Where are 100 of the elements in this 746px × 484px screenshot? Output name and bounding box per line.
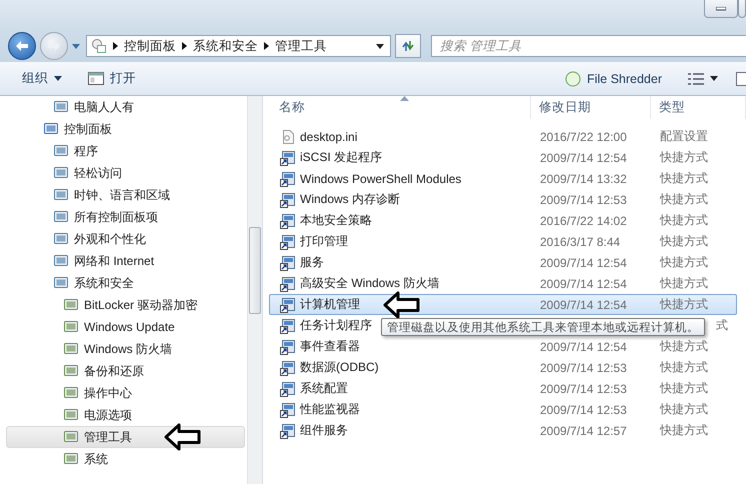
- nav-tree-item[interactable]: 备份和还原: [6, 360, 245, 382]
- chevron-icon: [182, 42, 187, 50]
- shortcut-icon: [280, 338, 296, 354]
- date-cell-text: 2016/7/22 14:02: [539, 214, 628, 228]
- breadcrumb[interactable]: 系统和安全: [193, 38, 258, 54]
- scrollbar[interactable]: [247, 96, 262, 484]
- item-icon: [53, 209, 69, 225]
- nav-tree-item[interactable]: 控制面板: [6, 118, 245, 140]
- item-icon: [53, 143, 69, 159]
- file-row[interactable]: 系统配置 2009/7/14 12:53 快捷方式: [269, 378, 737, 399]
- date-cell-text: 2009/7/14 13:32: [539, 172, 628, 186]
- file-row[interactable]: desktop.ini 2016/7/22 12:00 配置设置: [269, 126, 737, 147]
- nav-tree-item[interactable]: BitLocker 驱动器加密: [6, 294, 245, 316]
- nav-tree-item[interactable]: Windows 防火墙: [6, 338, 245, 360]
- nav-tree-item[interactable]: 程序: [6, 140, 245, 162]
- file-name: desktop.ini: [300, 130, 358, 144]
- file-name: Windows 内存诊断: [300, 191, 400, 208]
- refresh-icon: [401, 39, 415, 53]
- shortcut-icon: [280, 402, 296, 418]
- nav-tree-item[interactable]: 轻松访问: [6, 162, 245, 184]
- maximize-button[interactable]: [738, 0, 746, 18]
- column-header[interactable]: 类型: [651, 96, 746, 119]
- shortcut-icon: [280, 212, 296, 228]
- shortcut-icon: [280, 276, 296, 292]
- item-icon: [63, 341, 79, 357]
- file-row[interactable]: 数据源(ODBC) 2009/7/14 12:53 快捷方式: [269, 357, 737, 378]
- item-icon: [63, 363, 79, 379]
- item-icon: [63, 319, 79, 335]
- file-icon: [280, 128, 296, 144]
- nav-tree-item[interactable]: 网络和 Internet: [6, 250, 245, 272]
- file-row[interactable]: 高级安全 Windows 防火墙 2009/7/14 12:54 快捷方式: [269, 273, 737, 294]
- shortcut-icon: [280, 296, 296, 312]
- nav-tree-item[interactable]: 操作中心: [6, 382, 245, 404]
- back-button[interactable]: [8, 32, 36, 60]
- nav-tree-item[interactable]: 系统和安全: [6, 272, 245, 294]
- type-cell-text: 快捷方式: [658, 422, 709, 439]
- caret-icon: [710, 76, 718, 81]
- date-cell-text: 2009/7/14 12:54: [539, 150, 628, 164]
- shortcut-icon: [280, 254, 296, 270]
- chevron-icon: [113, 42, 118, 50]
- shortcut-icon: [280, 380, 296, 396]
- file-row[interactable]: 组件服务 2009/7/14 12:57 快捷方式: [269, 420, 737, 441]
- file-row[interactable]: Windows PowerShell Modules 2009/7/14 13:32 快捷方式: [269, 168, 737, 189]
- file-name: 本地安全策略: [300, 212, 372, 229]
- file-row[interactable]: 性能监视器 2009/7/14 12:53 快捷方式: [269, 399, 737, 420]
- item-icon: [63, 385, 79, 401]
- item-icon: [53, 187, 69, 203]
- breadcrumb[interactable]: 控制面板: [124, 38, 176, 54]
- file-row[interactable]: 计算机管理 2009/7/14 12:54 快捷方式: [269, 294, 737, 315]
- address-field[interactable]: 控制面板 系统和安全 管理工具: [86, 35, 391, 57]
- nav-tree-item[interactable]: 电源选项: [6, 404, 245, 426]
- date-cell-text: 2009/7/14 12:53: [539, 192, 628, 206]
- file-name: 系统配置: [300, 380, 348, 397]
- refresh-button[interactable]: [395, 34, 421, 58]
- shortcut-icon: [280, 150, 296, 166]
- file-name: 数据源(ODBC): [300, 359, 379, 376]
- nav-tree-item[interactable]: 系统: [6, 448, 245, 470]
- nav-tree-item[interactable]: 管理工具: [6, 426, 245, 448]
- type-cell-text: 快捷方式: [658, 233, 709, 250]
- date-cell-text: 2009/7/14 12:57: [539, 424, 628, 438]
- back-arrow-icon: [15, 40, 29, 52]
- column-header[interactable]: 修改日期: [531, 96, 651, 119]
- caret-icon: [54, 76, 62, 81]
- breadcrumb[interactable]: 管理工具: [275, 38, 327, 54]
- caret-icon: [376, 44, 384, 48]
- file-row[interactable]: 服务 2009/7/14 12:54 快捷方式: [269, 252, 737, 273]
- file-row[interactable]: 事件查看器 2009/7/14 12:54 快捷方式: [269, 336, 737, 357]
- date-cell-text: 2009/7/14 12:54: [539, 276, 628, 290]
- item-icon: [63, 407, 79, 423]
- file-name: 事件查看器: [300, 338, 360, 355]
- file-name: 高级安全 Windows 防火墙: [300, 275, 440, 292]
- toolbar-button[interactable]: 打开: [80, 67, 144, 90]
- nav-tree-item[interactable]: 所有控制面板项: [6, 206, 245, 228]
- item-icon: [63, 429, 79, 445]
- item-icon: [63, 451, 79, 467]
- type-cell-text: 快捷方式: [658, 275, 709, 292]
- file-row[interactable]: iSCSI 发起程序 2009/7/14 12:54 快捷方式: [269, 147, 737, 168]
- scrollbar-thumb[interactable]: [249, 227, 261, 314]
- toolbar-button[interactable]: File Shredder: [556, 68, 670, 90]
- file-row[interactable]: Windows 内存诊断 2009/7/14 12:53 快捷方式: [269, 189, 737, 210]
- shortcut-icon: [280, 170, 296, 186]
- nav-tree-item[interactable]: 外观和个性化: [6, 228, 245, 250]
- file-name: 计算机管理: [300, 296, 360, 313]
- shortcut-icon: [280, 192, 296, 208]
- file-row[interactable]: 本地安全策略 2016/7/22 14:02 快捷方式: [269, 210, 737, 231]
- nav-tree-item[interactable]: Windows Update: [6, 316, 245, 338]
- minimize-button[interactable]: [704, 0, 738, 18]
- file-name: Windows PowerShell Modules: [300, 172, 462, 186]
- item-icon: [53, 275, 69, 291]
- toolbar-button[interactable]: 组织: [14, 67, 70, 90]
- file-row[interactable]: 打印管理 2016/3/17 8:44 快捷方式: [269, 231, 737, 252]
- type-cell-text: 快捷方式: [658, 380, 709, 397]
- nav-tree-item[interactable]: 电脑人人有: [6, 96, 245, 118]
- search-field[interactable]: 搜索 管理工具: [431, 35, 746, 57]
- nav-tree-item[interactable]: 时钟、语言和区域: [6, 184, 245, 206]
- type-cell-text: 式: [715, 317, 729, 334]
- shortcut-icon: [280, 318, 296, 334]
- type-cell-text: 快捷方式: [658, 338, 709, 355]
- file-name: 任务计划程序: [300, 317, 372, 334]
- type-cell-text: 配置设置: [659, 128, 709, 145]
